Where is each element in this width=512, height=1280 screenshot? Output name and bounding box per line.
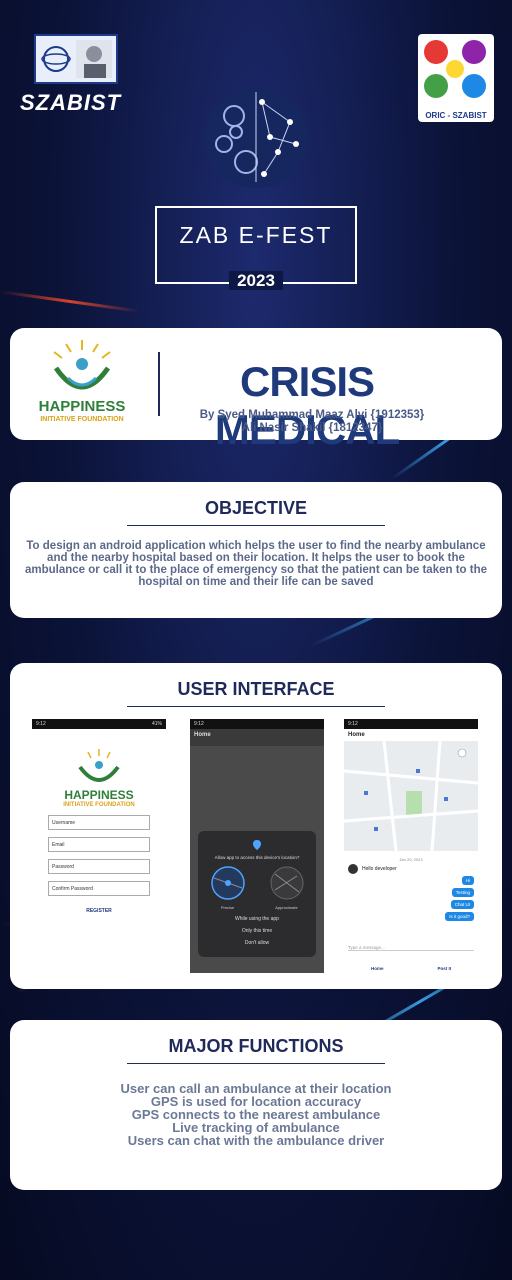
precise-label: Precise bbox=[220, 905, 235, 910]
fest-title: ZAB E-FEST bbox=[179, 222, 333, 248]
app-bar-title: Home bbox=[190, 729, 324, 746]
outgoing-message: Chat UI bbox=[450, 900, 474, 909]
message-input[interactable]: Type a message... bbox=[348, 945, 474, 951]
map-chat-screenshot: 9:12 Home Jan 20, 2023 Hello developer H… bbox=[344, 719, 478, 973]
divider bbox=[127, 706, 385, 707]
outgoing-message: Hi bbox=[461, 876, 474, 885]
nav-home[interactable]: Home bbox=[371, 966, 384, 971]
password-field[interactable]: Password bbox=[48, 859, 150, 874]
status-time: 9:12 bbox=[194, 721, 204, 727]
brain-gears-icon bbox=[200, 82, 312, 194]
user-interface-heading: USER INTERFACE bbox=[177, 679, 335, 699]
functions-heading: MAJOR FUNCTIONS bbox=[168, 1036, 344, 1056]
partner-name: HAPPINESS bbox=[38, 398, 126, 415]
status-battery: 41% bbox=[151, 721, 162, 727]
oric-caption: ORIC - SZABIST bbox=[425, 111, 487, 120]
permission-dialog: Allow app to access this device's locati… bbox=[198, 831, 316, 957]
nav-post[interactable]: Post II bbox=[437, 966, 451, 971]
chat-date: Jan 20, 2023 bbox=[399, 857, 423, 862]
major-functions-card: MAJOR FUNCTIONS User can call an ambulan… bbox=[10, 1020, 502, 1190]
objective-card: OBJECTIVE To design an android applicati… bbox=[10, 482, 502, 618]
functions-list: User can call an ambulance at their loca… bbox=[10, 1064, 502, 1147]
register-screenshot: 9:12 41% HAPPINESS INITIATIVE FOUNDATION… bbox=[32, 719, 166, 973]
location-permission-screenshot: 9:12 Home Allow app to access this devic… bbox=[190, 719, 324, 973]
szabist-logo: SZABIST bbox=[20, 34, 130, 116]
oric-logo: ORIC - SZABIST bbox=[418, 34, 494, 122]
username-field[interactable]: Username bbox=[48, 815, 150, 830]
fest-year: 2023 bbox=[229, 271, 283, 290]
user-interface-card: USER INTERFACE 9:12 41% HAPPINESS INITIA… bbox=[10, 663, 502, 989]
outgoing-message: Is it good? bbox=[445, 912, 474, 921]
only-this-time-option[interactable]: Only this time bbox=[198, 928, 316, 934]
while-using-option[interactable]: While using the app bbox=[198, 916, 316, 922]
approximate-map-icon bbox=[270, 866, 303, 900]
email-field[interactable]: Email bbox=[48, 837, 150, 852]
map-view[interactable] bbox=[344, 741, 478, 851]
hands-heart-icon bbox=[78, 749, 120, 782]
authors: By Syed Muhammad Maaz Alvi {1912353} Ali… bbox=[166, 409, 458, 435]
precise-option[interactable]: Precise bbox=[208, 866, 248, 910]
register-button[interactable]: REGISTER bbox=[32, 908, 166, 914]
oric-collage-icon bbox=[424, 40, 486, 98]
szabist-badge-icon bbox=[34, 34, 118, 84]
list-item: Users can chat with the ambulance driver bbox=[127, 1133, 385, 1148]
approximate-label: Approximate bbox=[275, 905, 298, 910]
happiness-foundation-logo: HAPPINESS INITIATIVE FOUNDATION bbox=[16, 336, 148, 430]
register-brand-sub: INITIATIVE FOUNDATION bbox=[63, 802, 135, 808]
status-bar: 9:12 41% bbox=[32, 719, 166, 729]
title-card: HAPPINESS INITIATIVE FOUNDATION CRISIS M… bbox=[10, 328, 502, 453]
precise-map-icon bbox=[210, 866, 245, 900]
app-bar-title: Home bbox=[348, 732, 365, 738]
objective-heading: OBJECTIVE bbox=[204, 498, 308, 518]
author-line-2: Ali Nasir Shakil {1812347} bbox=[241, 422, 383, 434]
dialog-title: Allow app to access this device's locati… bbox=[214, 855, 300, 860]
project-title: CRISIS MEDICAL bbox=[214, 358, 400, 453]
confirm-password-field[interactable]: Confirm Password bbox=[48, 881, 150, 896]
partner-subtitle: INITIATIVE FOUNDATION bbox=[40, 416, 124, 423]
szabist-wordmark: SZABIST bbox=[20, 90, 122, 115]
status-bar: 9:12 bbox=[190, 719, 324, 729]
status-time: 9:12 bbox=[36, 721, 46, 727]
dont-allow-option[interactable]: Don't allow bbox=[198, 940, 316, 946]
avatar bbox=[348, 864, 358, 874]
location-pin-icon bbox=[198, 837, 316, 855]
incoming-message: Hello developer bbox=[362, 866, 397, 872]
objective-text: To design an android application which h… bbox=[24, 540, 488, 588]
decor-streak bbox=[0, 290, 140, 313]
author-line-1: By Syed Muhammad Maaz Alvi {1912353} bbox=[199, 409, 425, 421]
approximate-option[interactable]: Approximate bbox=[267, 866, 307, 910]
hands-heart-icon bbox=[53, 340, 111, 390]
divider bbox=[158, 352, 160, 416]
fest-title-box: ZAB E-FEST 2023 bbox=[155, 206, 357, 290]
status-bar: 9:12 bbox=[344, 719, 478, 729]
status-time: 9:12 bbox=[348, 721, 358, 727]
register-brand: HAPPINESS bbox=[64, 788, 134, 802]
outgoing-message: Testing bbox=[451, 888, 474, 897]
